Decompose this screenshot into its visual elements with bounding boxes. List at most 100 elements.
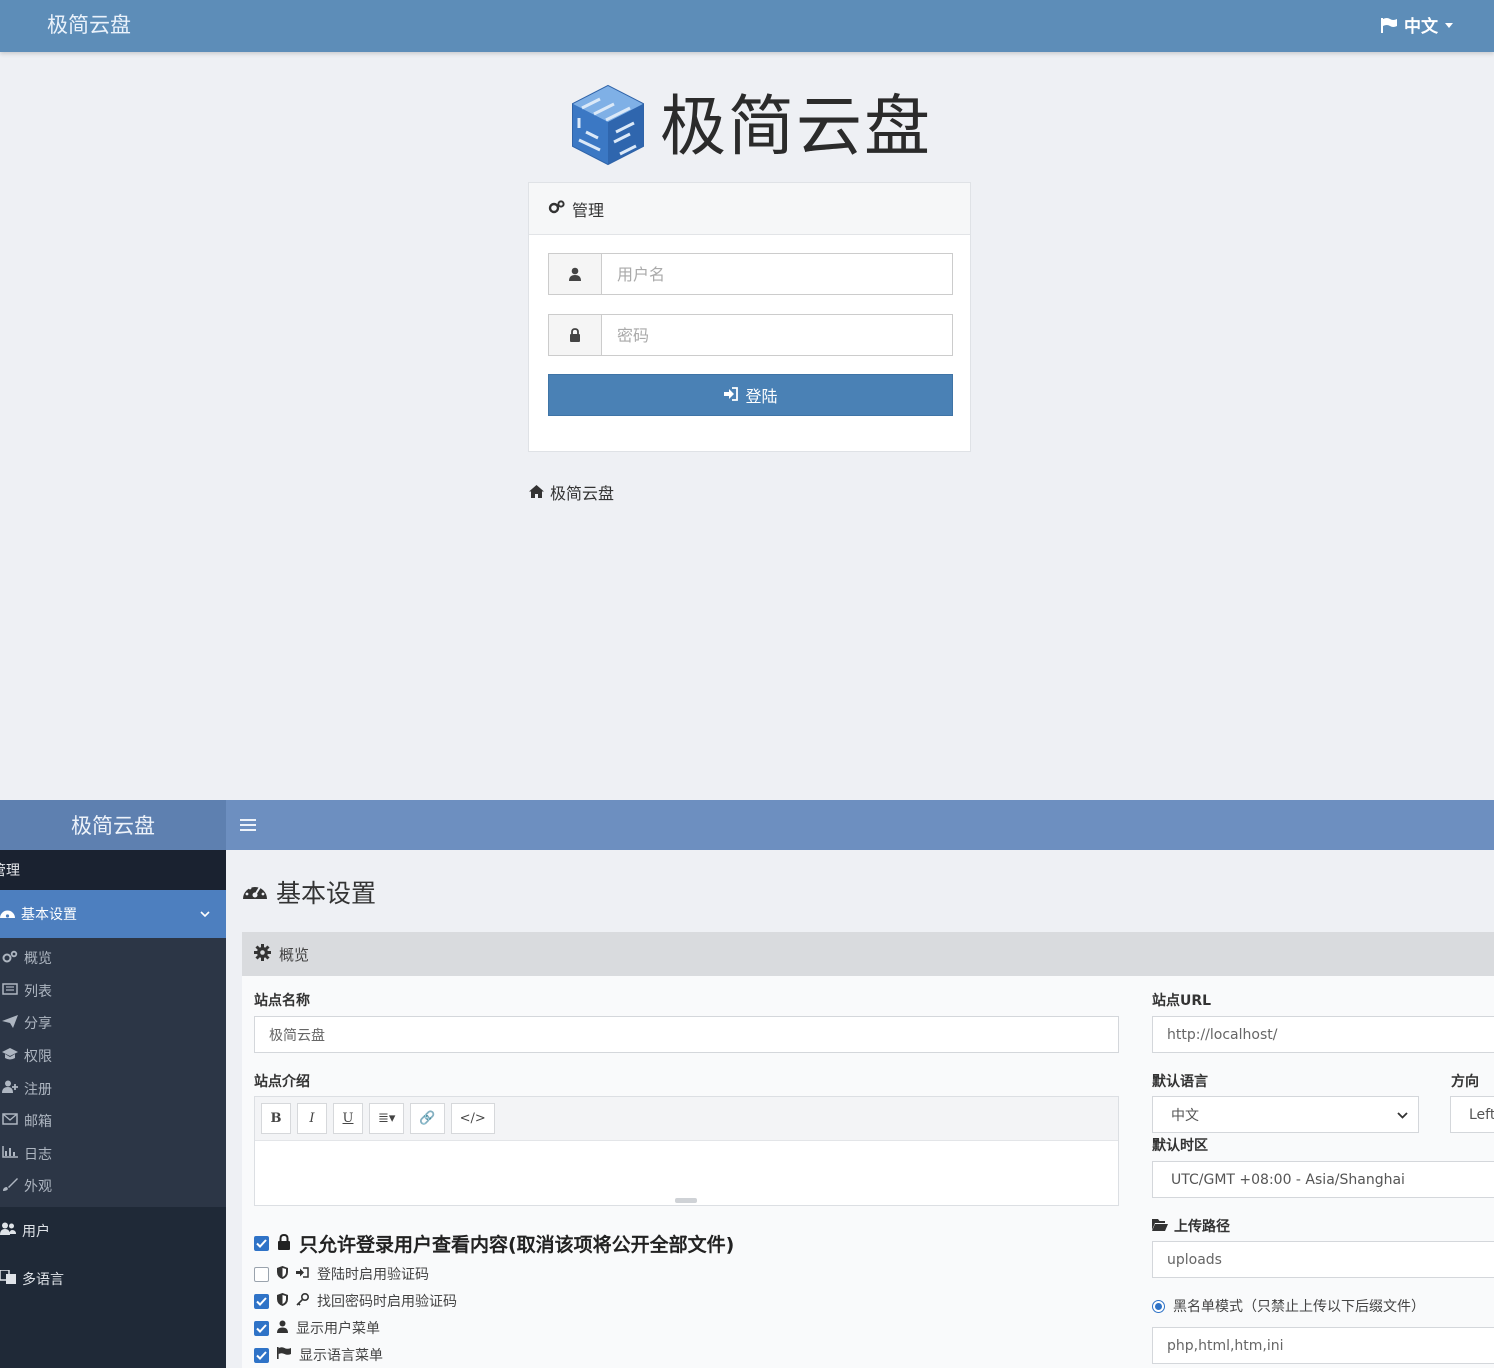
align-dropdown-button[interactable]: ≣▾ <box>369 1103 405 1134</box>
language-icon <box>0 1269 16 1288</box>
users-icon <box>0 1222 16 1239</box>
language-dropdown[interactable]: 中文 <box>1380 12 1454 37</box>
checkbox[interactable] <box>254 1347 269 1363</box>
sidebar-submenu: 概览 列表 分享 权限 注册 邮箱 日志 外观 <box>0 938 226 1207</box>
default-language-label: 默认语言 <box>1152 1074 1208 1090</box>
radio-label: 黑名单模式（只禁止上传以下后缀文件） <box>1173 1299 1425 1315</box>
sidebar-subitem-list[interactable]: 列表 <box>0 975 226 1008</box>
default-language-select[interactable]: 中文 <box>1152 1096 1419 1133</box>
sidebar-subitem-label: 列表 <box>24 983 52 1000</box>
menu-toggle-icon[interactable] <box>240 813 256 837</box>
brand-title[interactable]: 极简云盘 <box>47 9 131 39</box>
check-label: 显示语言菜单 <box>299 1348 383 1364</box>
checkbox[interactable] <box>254 1320 269 1336</box>
sidebar-subitem-label: 概览 <box>24 951 52 968</box>
sidebar-section-title: 管理 <box>0 850 226 890</box>
logo-text: 极简云盘 <box>660 88 932 165</box>
sidebar-subitem-label: 注册 <box>24 1081 52 1098</box>
timezone-select[interactable]: UTC/GMT +08:00 - Asia/Shanghai <box>1152 1161 1494 1198</box>
sidebar-subitem-appearance[interactable]: 外观 <box>0 1170 226 1203</box>
password-input[interactable] <box>602 315 952 355</box>
upload-path-label-row: 上传路径 <box>1152 1216 1230 1236</box>
checkbox[interactable] <box>254 1236 269 1251</box>
login-button[interactable]: 登陆 <box>548 374 953 416</box>
sidebar-subitem-label: 日志 <box>24 1146 52 1163</box>
login-card: 管理 登陆 <box>528 182 971 452</box>
username-input[interactable] <box>602 254 952 294</box>
upload-path-label: 上传路径 <box>1174 1219 1230 1235</box>
select-value: UTC/GMT +08:00 - Asia/Shanghai <box>1171 1171 1405 1188</box>
sidebar-subitem-label: 分享 <box>24 1016 52 1033</box>
blacklist-extensions-input[interactable]: php,html,htm,ini <box>1152 1327 1494 1364</box>
timezone-label: 默认时区 <box>1152 1138 1208 1154</box>
direction-label: 方向 <box>1451 1074 1479 1090</box>
checkbox[interactable] <box>254 1293 269 1309</box>
sidebar-item-users[interactable]: 用户 <box>0 1207 226 1255</box>
sidebar-subitem-email[interactable]: 邮箱 <box>0 1105 226 1138</box>
sidebar-item-label: 基本设置 <box>21 907 77 923</box>
link-button[interactable]: 🔗 <box>410 1103 445 1134</box>
check-label: 登陆时启用验证码 <box>317 1267 429 1283</box>
site-url-label: 站点URL <box>1152 993 1212 1009</box>
upload-path-input[interactable]: uploads <box>1152 1241 1494 1278</box>
checkbox[interactable] <box>254 1266 269 1282</box>
panel-title: 概览 <box>279 945 310 964</box>
username-field <box>548 253 953 295</box>
underline-button[interactable]: U <box>333 1103 363 1134</box>
sidebar-subitem-label: 邮箱 <box>24 1114 52 1131</box>
radio-button[interactable] <box>1152 1299 1165 1313</box>
list-icon <box>2 983 18 999</box>
check-show-language-menu[interactable]: 显示语言菜单 <box>254 1345 383 1365</box>
sidebar: 管理 基本设置 概览 列表 分享 <box>0 850 226 1368</box>
cube-logo-icon <box>570 84 646 170</box>
code-view-button[interactable]: </> <box>450 1103 495 1134</box>
login-card-title: 管理 <box>572 200 605 220</box>
sidebar-subitem-register[interactable]: 注册 <box>0 1072 226 1105</box>
site-intro-editor[interactable]: B I U ≣▾ 🔗 </> <box>254 1096 1119 1206</box>
caret-down-icon <box>1444 21 1454 29</box>
cogs-icon <box>548 199 566 219</box>
check-login-captcha[interactable]: 登陆时启用验证码 <box>254 1264 429 1284</box>
home-icon <box>529 483 544 502</box>
sidebar-item-languages[interactable]: 多语言 <box>0 1255 226 1303</box>
flag-icon <box>277 1347 291 1363</box>
select-value: Left <box>1469 1106 1494 1123</box>
user-plus-icon <box>2 1080 18 1097</box>
envelope-icon <box>2 1113 18 1129</box>
check-recover-captcha[interactable]: 找回密码时启用验证码 <box>254 1291 457 1311</box>
resize-handle[interactable] <box>675 1198 697 1203</box>
shield-icon <box>277 1265 288 1283</box>
site-url-input[interactable]: http://localhost/ <box>1152 1016 1494 1053</box>
dashboard-icon <box>0 906 15 923</box>
blacklist-mode-radio[interactable]: 黑名单模式（只禁止上传以下后缀文件） <box>1152 1296 1425 1316</box>
sidebar-item-basic-settings[interactable]: 基本设置 <box>0 890 226 938</box>
sidebar-subitem-overview[interactable]: 概览 <box>0 942 226 975</box>
site-name-input[interactable]: 极简云盘 <box>254 1016 1119 1053</box>
italic-button[interactable]: I <box>297 1103 327 1134</box>
logo: 极简云盘 <box>570 84 932 170</box>
home-link-label: 极简云盘 <box>550 484 615 503</box>
sidebar-subitem-log[interactable]: 日志 <box>0 1138 226 1171</box>
check-show-user-menu[interactable]: 显示用户菜单 <box>254 1318 380 1338</box>
check-login-only[interactable]: 只允许登录用户查看内容(取消该项将公开全部文件) <box>254 1230 734 1257</box>
admin-brand[interactable]: 极简云盘 <box>0 800 226 850</box>
login-button-label: 登陆 <box>745 387 778 406</box>
site-intro-label: 站点介绍 <box>254 1074 310 1090</box>
lock-icon <box>549 315 602 355</box>
editor-toolbar: B I U ≣▾ 🔗 </> <box>255 1097 1118 1141</box>
main-content: 基本设置 概览 站点名称 极简云盘 站点介绍 B I U ≣▾ 🔗 </> 只允… <box>226 850 1494 1368</box>
sidebar-subitem-permission[interactable]: 权限 <box>0 1040 226 1073</box>
key-icon <box>296 1292 310 1310</box>
bold-button[interactable]: B <box>261 1103 291 1134</box>
sidebar-section-label: 管理 <box>0 863 20 879</box>
admin-screen: 极简云盘 管理 基本设置 概览 <box>0 800 1494 1368</box>
check-label: 显示用户菜单 <box>296 1321 380 1337</box>
sidebar-subitem-share[interactable]: 分享 <box>0 1007 226 1040</box>
check-label: 只允许登录用户查看内容(取消该项将公开全部文件) <box>299 1234 735 1256</box>
home-link[interactable]: 极简云盘 <box>529 480 614 504</box>
sidebar-item-label: 多语言 <box>22 1271 64 1288</box>
chevron-down-icon <box>1397 1107 1408 1123</box>
lock-icon <box>277 1233 291 1255</box>
direction-select[interactable]: Left <box>1450 1096 1494 1133</box>
sign-in-icon <box>296 1266 309 1282</box>
